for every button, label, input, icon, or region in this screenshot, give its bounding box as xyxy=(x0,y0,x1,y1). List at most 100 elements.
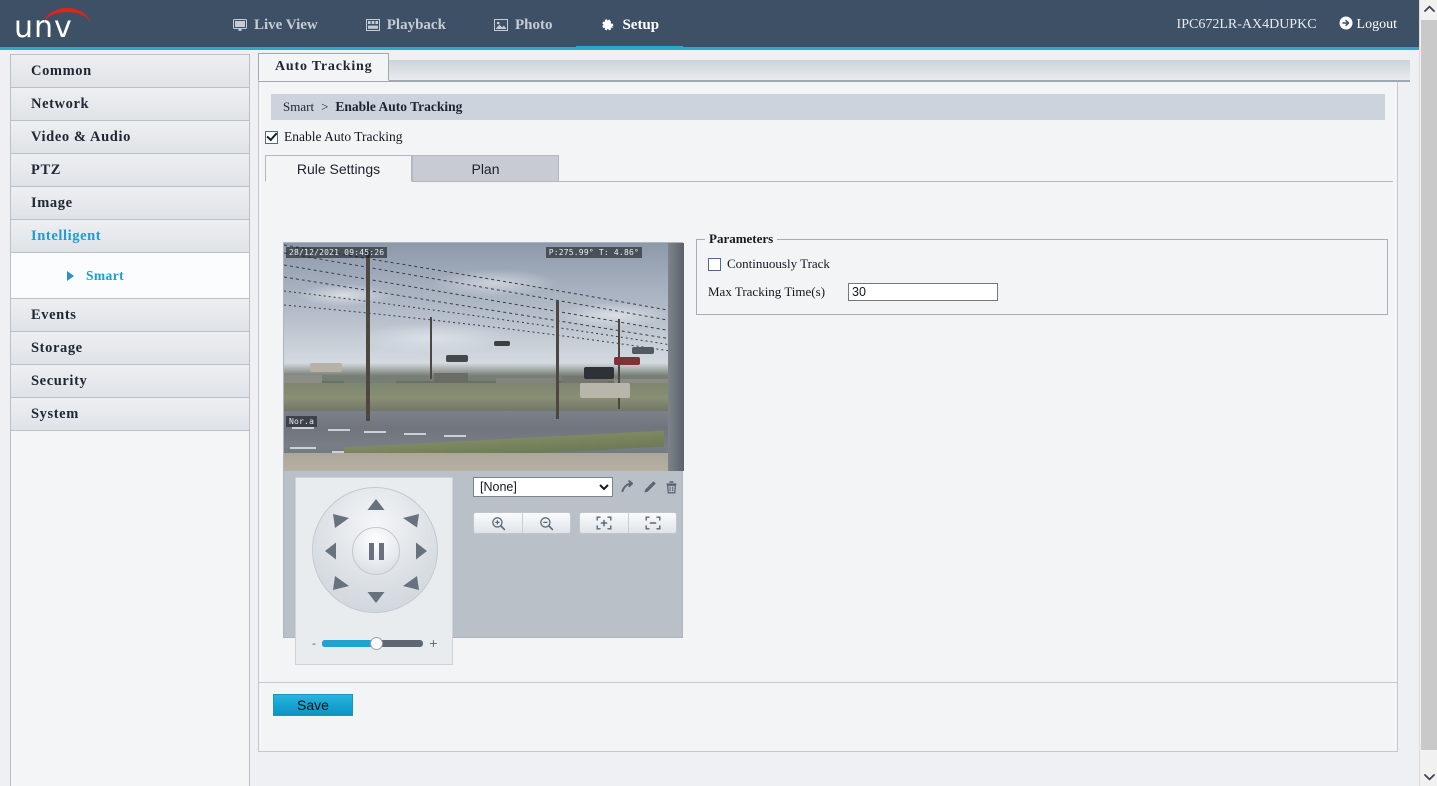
utility-pole xyxy=(556,301,559,419)
scroll-thumb[interactable] xyxy=(1421,20,1437,750)
picture-icon xyxy=(493,19,508,31)
ptz-direction-ring xyxy=(312,487,438,613)
ptz-speed-slider-row: - + xyxy=(312,637,438,650)
nav-label: Setup xyxy=(622,16,660,33)
video-timestamp-overlay: 28/12/2021 09:45:26 xyxy=(286,247,388,258)
breadcrumb-leaf: Enable Auto Tracking xyxy=(335,99,463,114)
continuously-track-checkbox[interactable] xyxy=(708,257,721,271)
sidebar-item-storage[interactable]: Storage xyxy=(11,332,249,365)
vehicle xyxy=(580,383,630,398)
ptz-down-button[interactable] xyxy=(366,590,386,609)
sidebar-item-image[interactable]: Image xyxy=(11,187,249,220)
tab-auto-tracking[interactable]: Auto Tracking xyxy=(258,53,390,81)
ptz-up-button[interactable] xyxy=(366,498,386,517)
continuously-track-label: Continuously Track xyxy=(727,256,830,271)
sidebar-sub-label: Smart xyxy=(86,267,124,283)
content-area: Auto Tracking Smart > Enable Auto Tracki… xyxy=(258,53,1410,786)
breadcrumb: Smart > Enable Auto Tracking xyxy=(271,94,1385,120)
scroll-up-button[interactable] xyxy=(1420,0,1437,18)
delete-preset-icon[interactable] xyxy=(665,480,678,494)
panel-divider xyxy=(259,682,1397,683)
inner-tabs: Rule Settings Plan xyxy=(265,155,1393,182)
parameters-fieldset: Parameters Continuously Track Max Tracki… xyxy=(696,231,1388,315)
zoom-out-button[interactable] xyxy=(522,513,570,533)
sidebar-item-events[interactable]: Events xyxy=(11,299,249,332)
sidebar-item-ptz[interactable]: PTZ xyxy=(11,154,249,187)
enable-auto-tracking-label: Enable Auto Tracking xyxy=(284,129,403,144)
enable-auto-tracking-checkbox[interactable] xyxy=(265,130,278,144)
zoom-focus-row xyxy=(473,512,677,534)
ptz-up-left-button[interactable] xyxy=(332,513,350,534)
sidebar-item-system[interactable]: System xyxy=(11,398,249,431)
pause-bar-left xyxy=(368,542,374,560)
breadcrumb-root[interactable]: Smart xyxy=(283,99,314,115)
ptz-up-right-button[interactable] xyxy=(402,513,420,534)
monitor-icon xyxy=(233,18,247,32)
ptz-down-left-button[interactable] xyxy=(332,575,350,596)
logout-label: Logout xyxy=(1356,17,1397,32)
utility-pole xyxy=(366,251,370,421)
max-tracking-time-label: Max Tracking Time(s) xyxy=(708,284,826,299)
speed-plus-label: + xyxy=(428,637,438,650)
pause-bar-right xyxy=(378,542,384,560)
scroll-down-button[interactable] xyxy=(1420,768,1437,786)
vehicle xyxy=(614,357,640,365)
sidebar-item-video-audio[interactable]: Video & Audio xyxy=(11,121,249,154)
preview-and-ptz-container: 28/12/2021 09:45:26 P:275.99° T: 4.86° N… xyxy=(283,242,684,665)
nav-item-live-view[interactable]: Live View xyxy=(209,0,342,50)
main-nav: Live View Playback Photo Setup xyxy=(209,0,683,50)
preset-select[interactable]: [None] xyxy=(473,477,613,497)
page-scrollbar[interactable] xyxy=(1419,0,1437,786)
ptz-pause-button[interactable] xyxy=(352,527,400,575)
chevron-right-icon xyxy=(67,270,74,281)
vehicle xyxy=(584,367,614,379)
tabstrip-filler xyxy=(389,60,1410,81)
slider-fill xyxy=(321,640,375,647)
nav-label: Playback xyxy=(386,16,446,33)
goto-preset-icon[interactable] xyxy=(621,480,635,494)
sidebar: Common Network Video & Audio PTZ Image I… xyxy=(10,54,250,786)
building-wall xyxy=(668,243,684,471)
logout-icon xyxy=(1339,16,1353,35)
sidebar-item-network[interactable]: Network xyxy=(11,88,249,121)
nav-item-photo[interactable]: Photo xyxy=(470,0,577,50)
vehicle xyxy=(446,355,468,362)
logout-button[interactable]: Logout xyxy=(1339,16,1397,35)
sidebar-item-smart[interactable]: Smart xyxy=(11,253,249,299)
ptz-left-button[interactable] xyxy=(324,541,338,566)
unv-logo: unv xyxy=(14,0,124,50)
vehicle xyxy=(310,363,342,372)
breadcrumb-separator: > xyxy=(321,99,329,114)
utility-pole xyxy=(430,317,432,379)
ptz-right-button[interactable] xyxy=(414,541,428,566)
max-tracking-time-row: Max Tracking Time(s) xyxy=(708,283,1387,301)
nav-item-playback[interactable]: Playback xyxy=(342,0,470,50)
enable-auto-tracking-row: Enable Auto Tracking xyxy=(265,129,1397,145)
sidebar-item-common[interactable]: Common xyxy=(11,55,249,88)
save-button[interactable]: Save xyxy=(273,694,353,716)
nav-item-setup[interactable]: Setup xyxy=(576,0,683,50)
max-tracking-time-input[interactable] xyxy=(848,283,998,301)
vehicle xyxy=(632,347,654,354)
sidebar-item-intelligent[interactable]: Intelligent xyxy=(11,220,249,253)
live-preview-video[interactable]: 28/12/2021 09:45:26 P:275.99° T: 4.86° N… xyxy=(284,243,684,471)
focus-near-button[interactable] xyxy=(580,513,628,533)
top-header: unv Live View Playback Photo Setup IPC67… xyxy=(0,0,1419,50)
sidebar-item-security[interactable]: Security xyxy=(11,365,249,398)
speed-minus-label: - xyxy=(312,637,316,650)
slider-knob[interactable] xyxy=(370,637,384,650)
ptz-speed-slider[interactable] xyxy=(321,637,423,650)
focus-far-button[interactable] xyxy=(628,513,676,533)
ptz-down-right-button[interactable] xyxy=(402,575,420,596)
tab-plan[interactable]: Plan xyxy=(412,155,559,182)
video-pan-tilt-overlay: P:275.99° T: 4.86° xyxy=(545,247,642,258)
parameters-legend: Parameters xyxy=(705,231,778,247)
power-lines xyxy=(284,244,684,354)
gear-icon xyxy=(600,18,615,33)
tab-rule-settings[interactable]: Rule Settings xyxy=(265,155,412,182)
zoom-in-button[interactable] xyxy=(474,513,522,533)
edit-preset-icon[interactable] xyxy=(643,480,657,494)
content-tabstrip: Auto Tracking xyxy=(258,53,1410,82)
video-site-overlay: Nor.a xyxy=(286,416,318,427)
camera-setup-page: unv Live View Playback Photo Setup IPC67… xyxy=(0,0,1437,786)
